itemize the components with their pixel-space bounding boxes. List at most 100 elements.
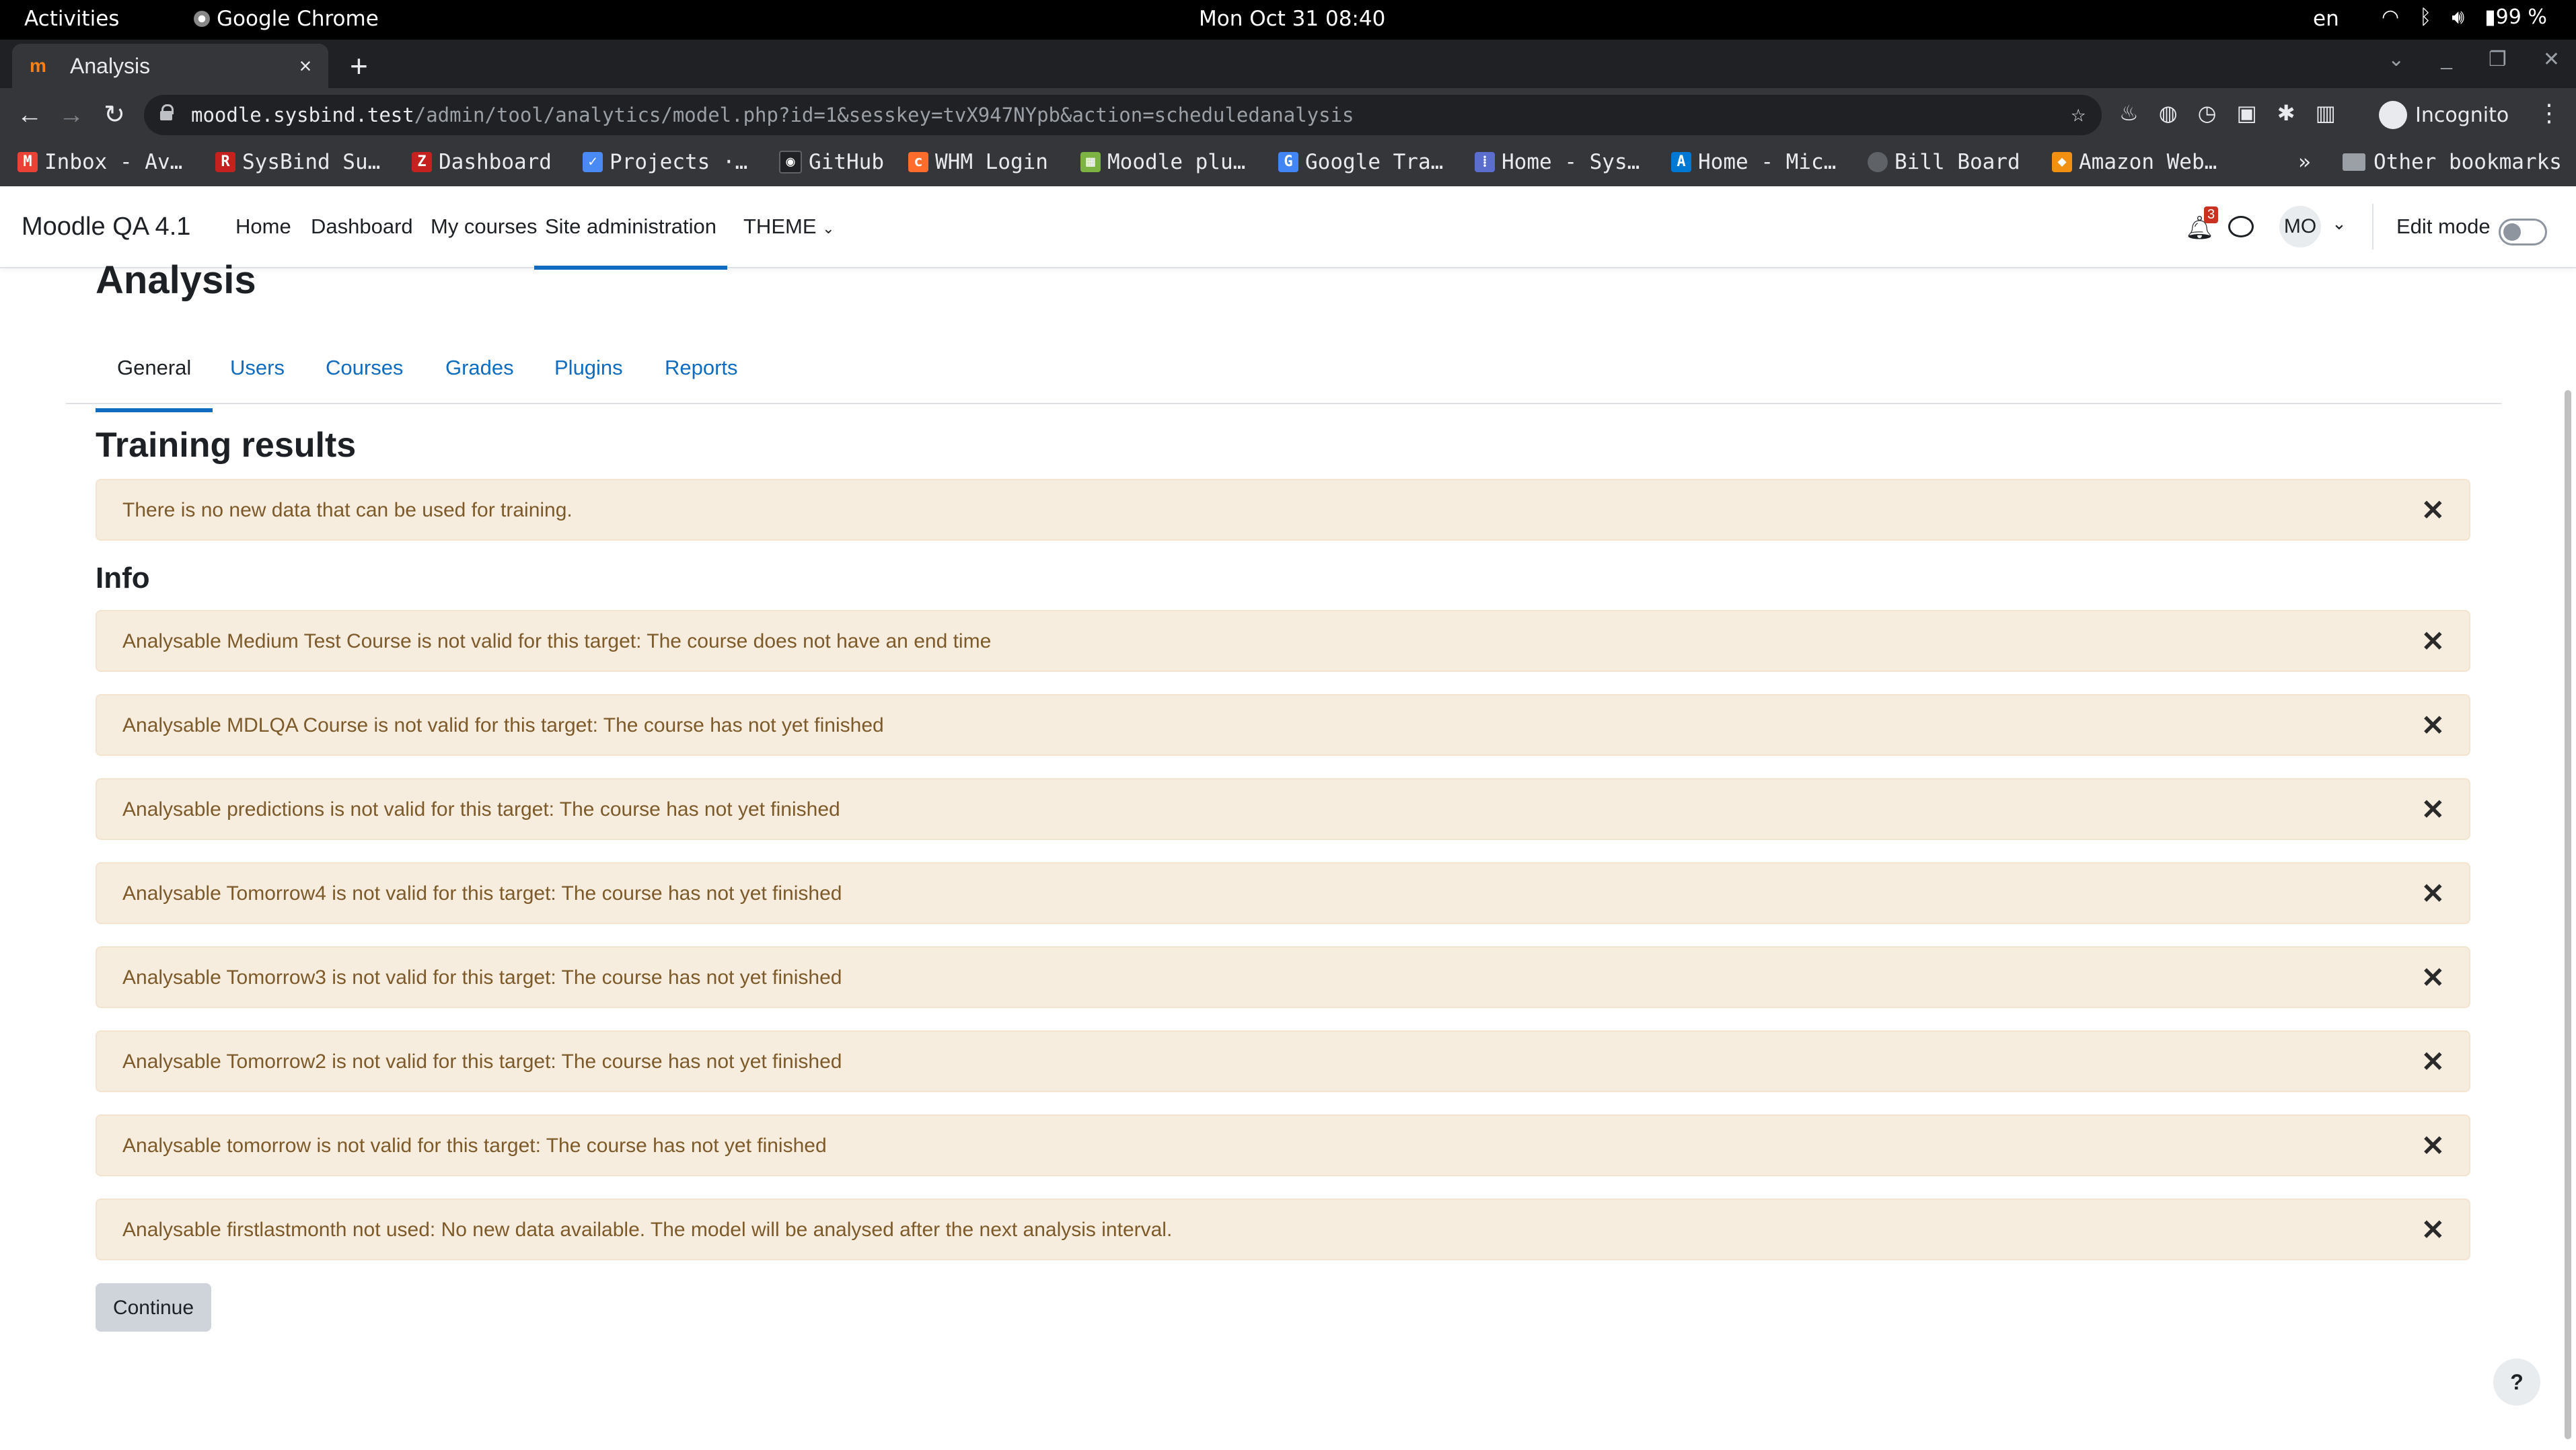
os-top-bar: Activities Google Chrome Mon Oct 31 08:4… — [0, 0, 2576, 40]
messages-icon[interactable] — [2228, 216, 2254, 237]
bookmark-item[interactable]: ✓ Projects ·… — [583, 150, 747, 174]
close-icon[interactable]: ✕ — [2421, 793, 2445, 826]
extension-timer-icon[interactable]: ◷ — [2198, 100, 2217, 126]
tab-grades[interactable]: Grades — [424, 349, 536, 387]
volume-icon: 🔊︎ — [2452, 5, 2465, 29]
tab-plugins[interactable]: Plugins — [533, 349, 645, 387]
nav-dashboard[interactable]: Dashboard — [311, 215, 413, 239]
nav-home[interactable]: Home — [235, 215, 291, 239]
app-menu[interactable]: Google Chrome — [194, 7, 379, 31]
maximize-icon[interactable]: ❐ — [2489, 48, 2507, 71]
bookmark-item[interactable]: R SysBind Su… — [215, 150, 380, 174]
nav-my-courses[interactable]: My courses — [431, 215, 537, 239]
extensions-puzzle-icon[interactable]: ✱ — [2277, 100, 2295, 126]
alert-message: Analysable Medium Test Course is not val… — [122, 630, 992, 652]
other-bookmarks-label: Other bookmarks — [2373, 150, 2562, 174]
reload-icon[interactable]: ↻ — [97, 98, 132, 132]
bookmark-label: Dashboard — [439, 150, 552, 174]
bookmark-item[interactable]: ▦ Moodle plu… — [1080, 150, 1245, 174]
close-icon[interactable]: ✕ — [2421, 625, 2445, 658]
incognito-badge[interactable]: Incognito — [2379, 98, 2509, 132]
bookmark-item[interactable]: Z Dashboard — [412, 150, 552, 174]
bookmark-label: Projects ·… — [610, 150, 748, 174]
close-icon[interactable]: ✕ — [2421, 1213, 2445, 1246]
moodle-plugin-icon: ▦ — [1080, 152, 1101, 172]
training-results-heading: Training results — [96, 426, 357, 465]
zoho-icon: Z — [412, 152, 432, 172]
tab-reports[interactable]: Reports — [643, 349, 760, 387]
input-language[interactable]: en — [2313, 7, 2339, 31]
user-avatar[interactable]: MO — [2279, 206, 2321, 247]
tab-title: Analysis — [70, 53, 151, 78]
bookmark-item[interactable]: ⁞ Home - Sys… — [1475, 150, 1640, 174]
browser-toolbar: ← → ↻ moodle.sysbind.test/admin/tool/ana… — [0, 88, 2576, 142]
minimize-icon[interactable]: _ — [2441, 48, 2452, 71]
alert-info: Analysable MDLQA Course is not valid for… — [96, 694, 2470, 756]
tab-close-icon[interactable]: × — [292, 54, 319, 79]
alert-message: Analysable Tomorrow3 is not valid for th… — [122, 966, 842, 989]
bookmarks-bar: M Inbox - Av… R SysBind Su… Z Dashboard ✓ Pr… — [0, 142, 2576, 188]
folder-icon — [2343, 153, 2365, 171]
nav-theme-dropdown[interactable]: THEME ⌄ — [743, 215, 835, 239]
help-button[interactable]: ? — [2493, 1359, 2540, 1406]
activities-button[interactable]: Activities — [24, 7, 119, 31]
alert-training: There is no new data that can be used fo… — [96, 479, 2470, 541]
bookmarks-overflow-button[interactable]: » — [2298, 150, 2311, 174]
home-sys-icon: ⁞ — [1475, 152, 1495, 172]
site-brand[interactable]: Moodle QA 4.1 — [22, 213, 190, 241]
bookmark-star-icon[interactable]: ☆ — [2071, 100, 2086, 128]
close-icon[interactable]: ✕ — [2421, 1129, 2445, 1162]
google-translate-icon: G — [1278, 152, 1298, 172]
bookmark-item[interactable]: M Inbox - Av… — [17, 150, 182, 174]
new-tab-button[interactable]: + — [350, 50, 368, 81]
close-icon[interactable]: ✕ — [2421, 877, 2445, 910]
bookmark-item[interactable]: Bill Board — [1868, 150, 2020, 174]
tab-users[interactable]: Users — [209, 349, 306, 387]
edit-mode-toggle[interactable] — [2499, 219, 2547, 245]
continue-button[interactable]: Continue — [96, 1283, 211, 1332]
side-panel-icon[interactable]: ▥ — [2316, 100, 2336, 126]
close-window-icon[interactable]: ✕ — [2543, 48, 2560, 71]
moodle-favicon-icon: m — [30, 55, 46, 76]
extension-flame-icon[interactable]: ♨ — [2119, 100, 2139, 126]
azure-icon: A — [1671, 152, 1691, 172]
lock-icon[interactable] — [160, 104, 174, 120]
bookmark-item[interactable]: G Google Tra… — [1278, 150, 1443, 174]
close-icon[interactable]: ✕ — [2421, 709, 2445, 742]
close-icon[interactable]: ✕ — [2421, 961, 2445, 994]
alert-message: Analysable Tomorrow2 is not valid for th… — [122, 1051, 842, 1073]
tab-search-icon[interactable]: ⌄ — [2388, 48, 2404, 71]
extension-globe-icon[interactable]: ◍ — [2159, 100, 2178, 126]
bookmark-item[interactable]: ◆ Amazon Web… — [2052, 150, 2217, 174]
tab-general[interactable]: General — [96, 349, 213, 412]
bookmark-item[interactable]: ◉ GitHub — [779, 150, 884, 174]
address-bar[interactable]: moodle.sysbind.test/admin/tool/analytics… — [144, 95, 2102, 135]
browser-tab-analysis[interactable]: m Analysis × — [12, 44, 328, 88]
chrome-menu-icon[interactable]: ⋮ — [2537, 99, 2561, 127]
close-icon[interactable]: ✕ — [2421, 1045, 2445, 1078]
other-bookmarks[interactable]: Other bookmarks — [2343, 150, 2562, 174]
navbar-divider — [2372, 204, 2373, 250]
tab-courses[interactable]: Courses — [304, 349, 425, 387]
user-menu-chevron-icon[interactable]: ⌄ — [2332, 213, 2347, 234]
bookmark-item[interactable]: c WHM Login — [908, 150, 1048, 174]
back-icon[interactable]: ← — [12, 98, 47, 132]
nav-site-administration[interactable]: Site administration — [534, 215, 728, 270]
bluetooth-icon: ᛒ — [2419, 5, 2432, 29]
battery-status: ▮99 % — [2485, 5, 2547, 29]
bookmark-label: Inbox - Av… — [44, 150, 183, 174]
nav-theme-label: THEME — [743, 215, 817, 238]
url-text[interactable]: moodle.sysbind.test/admin/tool/analytics… — [191, 104, 1354, 126]
extensions-area: ♨ ◍ ◷ ▣ ✱ ▥ — [2119, 100, 2336, 126]
close-icon[interactable]: ✕ — [2421, 494, 2445, 527]
forward-icon[interactable]: → — [54, 98, 89, 132]
page-scrollbar[interactable] — [2565, 390, 2571, 1439]
page-title: Analysis — [96, 258, 256, 302]
clock[interactable]: Mon Oct 31 08:40 — [1199, 7, 1385, 31]
alert-info: Analysable predictions is not valid for … — [96, 778, 2470, 840]
bookmark-item[interactable]: A Home - Mic… — [1671, 150, 1836, 174]
extension-jb-icon[interactable]: ▣ — [2237, 100, 2257, 126]
bookmark-label: Bill Board — [1894, 150, 2020, 174]
system-tray[interactable]: ◠ ᛒ 🔊︎ ▮99 % — [2382, 5, 2547, 29]
alert-info: Analysable Tomorrow4 is not valid for th… — [96, 862, 2470, 924]
